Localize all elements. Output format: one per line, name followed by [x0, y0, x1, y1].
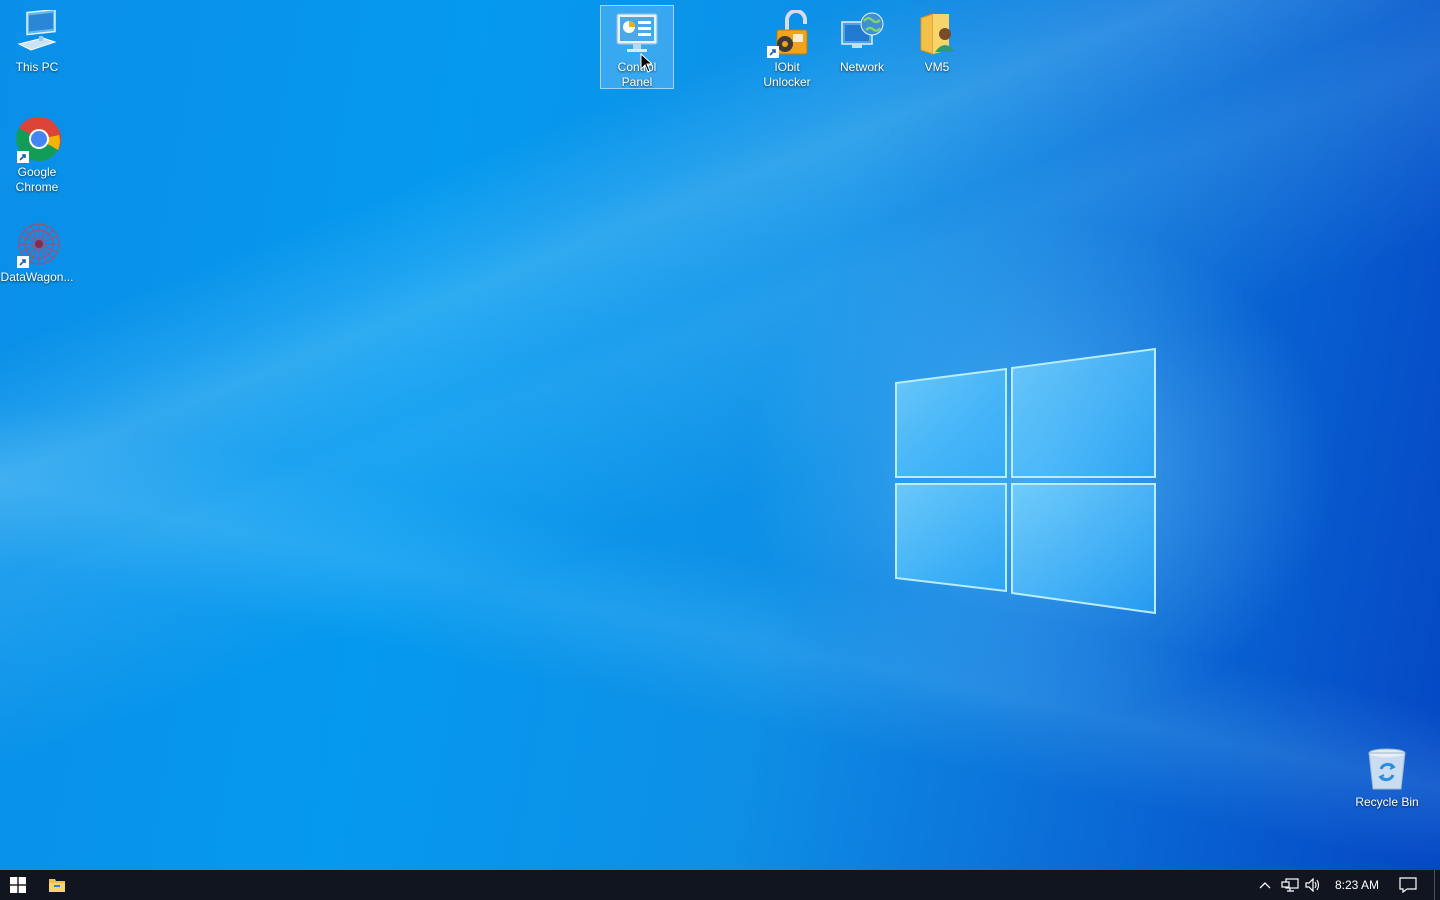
shortcut-arrow-icon — [767, 46, 779, 58]
iobit-unlocker-icon — [763, 9, 811, 58]
show-desktop-button[interactable] — [1434, 870, 1440, 900]
desktop-icon-label: IObit Unlocker — [763, 60, 811, 89]
desktop-icon-label: This PC — [15, 60, 59, 74]
desktop-icon-recycle-bin[interactable]: Recycle Bin — [1350, 737, 1424, 811]
desktop-icon-label: Google Chrome — [15, 165, 59, 194]
tray-network-button[interactable] — [1279, 870, 1301, 900]
desktop-icon-vm5[interactable]: VM5 — [900, 2, 974, 76]
shortcut-arrow-icon — [17, 151, 29, 163]
user-folder-icon — [913, 10, 961, 58]
taskbar-file-explorer-button[interactable] — [40, 870, 74, 900]
file-explorer-icon — [49, 879, 65, 892]
action-center-icon — [1399, 877, 1417, 893]
desktop-icon-iobit-unlocker[interactable]: IObit Unlocker — [750, 2, 824, 90]
desktop-icon-this-pc[interactable]: This PC — [0, 2, 74, 76]
desktop-icon-network[interactable]: Network — [825, 2, 899, 76]
desktop-icon-label: DataWagon... — [0, 270, 74, 284]
start-button[interactable] — [0, 870, 36, 900]
tray-volume-button[interactable] — [1302, 870, 1324, 900]
desktop-icon-control-panel[interactable]: Control Panel — [600, 5, 674, 89]
windows-start-icon — [10, 877, 26, 893]
mouse-cursor-icon — [640, 53, 652, 73]
speaker-icon — [1305, 878, 1320, 892]
chevron-up-icon — [1259, 882, 1271, 889]
tray-overflow-button[interactable] — [1256, 870, 1274, 900]
shortcut-arrow-icon — [17, 256, 29, 268]
desktop-icon-google-chrome[interactable]: Google Chrome — [0, 107, 74, 195]
desktop-icon-label: Network — [839, 60, 884, 74]
network-icon — [838, 10, 886, 58]
windows-logo-wallpaper — [895, 347, 1156, 615]
network-icon — [1281, 878, 1299, 892]
datawagon-icon — [13, 220, 61, 268]
desktop-icon-label: Control Panel — [617, 60, 657, 89]
control-panel-icon — [613, 10, 661, 58]
recycle-bin-icon — [1363, 745, 1411, 793]
wallpaper-light-beam — [0, 0, 1440, 870]
wallpaper-light-beam — [0, 0, 1440, 870]
taskbar-clock[interactable]: 8:23 AM — [1330, 870, 1384, 900]
desktop-icon-label: VM5 — [924, 60, 950, 74]
desktop[interactable]: This PC Google Chrome DataWagon... Contr… — [0, 0, 1440, 870]
this-pc-icon — [13, 8, 61, 58]
desktop-icon-datawagon[interactable]: DataWagon... — [0, 212, 74, 286]
chrome-icon — [13, 115, 61, 163]
action-center-button[interactable] — [1394, 870, 1422, 900]
taskbar: 8:23 AM — [0, 870, 1440, 900]
desktop-icon-label: Recycle Bin — [1355, 795, 1419, 809]
